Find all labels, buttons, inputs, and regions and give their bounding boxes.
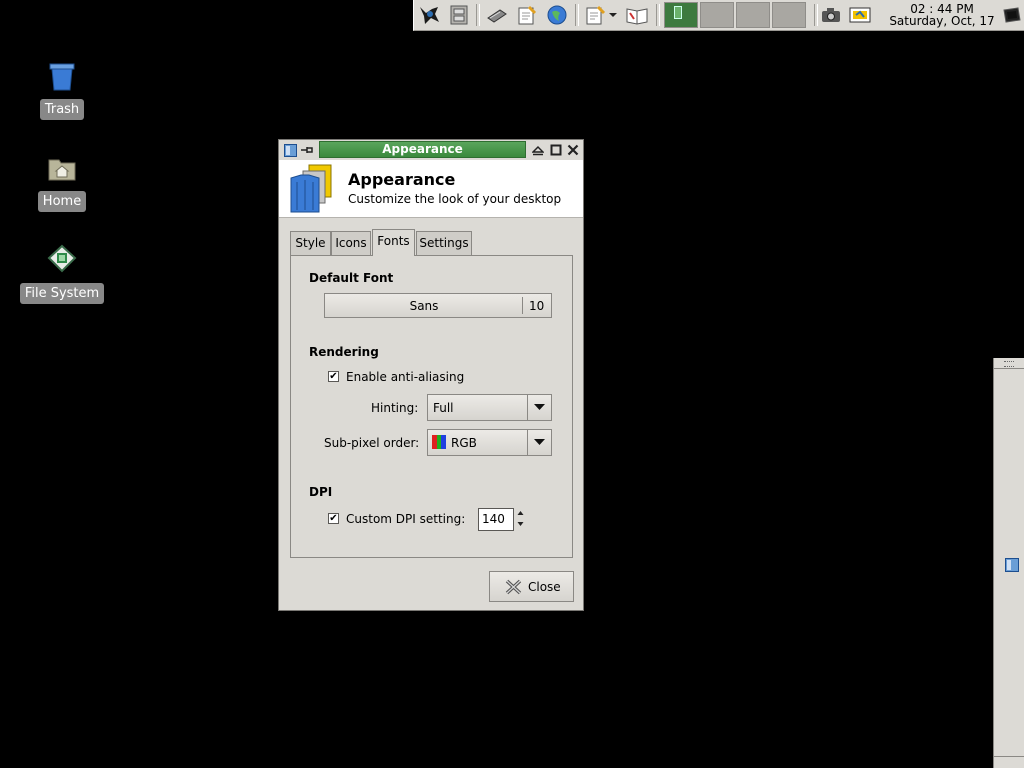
close-icon[interactable] (565, 142, 581, 158)
close-icon (505, 579, 522, 595)
workspace-1[interactable] (664, 2, 698, 28)
tab-icons[interactable]: Icons (331, 231, 371, 255)
chevron-down-icon[interactable] (606, 3, 620, 27)
drag-handle[interactable] (1004, 361, 1014, 367)
subpixel-label: Sub-pixel order: (324, 436, 420, 450)
top-panel: 02 : 44 PM Saturday, Oct, 17 (413, 0, 1024, 31)
terminal-icon[interactable] (484, 3, 510, 27)
desktop-icon-label: Home (37, 191, 87, 212)
spin-arrows-icon[interactable] (517, 509, 524, 529)
title-bar[interactable]: Appearance (279, 140, 583, 160)
workspace-2[interactable] (700, 2, 734, 28)
text-editor-icon[interactable] (514, 3, 540, 27)
window-menu-icon[interactable] (282, 142, 298, 158)
font-size: 10 (529, 299, 545, 313)
file-cabinet-icon[interactable] (446, 3, 472, 27)
default-font-heading: Default Font (309, 271, 394, 285)
close-label: Close (528, 580, 561, 594)
antialias-checkbox[interactable]: ✔ (328, 371, 339, 382)
maximize-icon[interactable] (548, 142, 564, 158)
window-title: Appearance (319, 141, 526, 158)
hinting-label: Hinting: (371, 401, 419, 415)
right-side-panel (993, 358, 1024, 768)
hinting-value: Full (433, 401, 454, 415)
dpi-heading: DPI (309, 485, 333, 499)
chevron-down-icon (527, 430, 551, 455)
font-name: Sans (409, 299, 439, 313)
tab-fonts[interactable]: Fonts (372, 229, 415, 256)
tab-style[interactable]: Style (290, 231, 331, 255)
show-desktop-icon[interactable] (998, 3, 1024, 27)
trash-icon (49, 63, 75, 91)
clock[interactable]: 02 : 44 PM Saturday, Oct, 17 (886, 3, 998, 27)
desktop-icon-filesystem[interactable]: File System (12, 244, 112, 304)
appearance-icon (290, 164, 332, 213)
dictionary-icon[interactable] (624, 3, 650, 27)
default-font-button[interactable]: Sans 10 (324, 293, 552, 318)
screenshot-icon[interactable] (847, 3, 873, 27)
fonts-tab-panel: Default Font Sans 10 Rendering ✔ Enable … (290, 255, 573, 558)
dialog-header: Appearance Customize the look of your de… (279, 160, 583, 218)
workspace-3[interactable] (736, 2, 770, 28)
camera-icon[interactable] (818, 3, 844, 27)
hinting-select[interactable]: Full (427, 394, 552, 421)
workspace-4[interactable] (772, 2, 806, 28)
desktop-icon-trash[interactable]: Trash (12, 60, 112, 120)
home-folder-icon (48, 159, 76, 181)
close-button[interactable]: Close (489, 571, 574, 602)
clock-date: Saturday, Oct, 17 (889, 14, 995, 28)
custom-dpi-checkbox[interactable]: ✔ (328, 513, 339, 524)
window-list-icon[interactable] (1005, 558, 1019, 572)
menu-launcher-icon[interactable] (416, 3, 442, 27)
header-subtitle: Customize the look of your desktop (348, 192, 562, 206)
web-browser-icon[interactable] (544, 3, 570, 27)
custom-dpi-label: Custom DPI setting: (346, 512, 466, 526)
shade-icon[interactable] (530, 142, 546, 158)
desktop-icon-label: File System (19, 283, 105, 304)
appearance-window: Appearance Appearance Customize the look… (278, 139, 584, 611)
pin-icon[interactable] (299, 142, 315, 158)
drive-icon (47, 244, 77, 273)
notes-icon[interactable] (582, 3, 608, 27)
subpixel-select[interactable]: RGB (427, 429, 552, 456)
rgb-swatch-icon (432, 435, 446, 449)
antialias-label: Enable anti-aliasing (346, 370, 465, 384)
subpixel-value: RGB (451, 436, 477, 450)
dpi-value: 140 (482, 512, 505, 526)
chevron-down-icon (527, 395, 551, 420)
tab-settings[interactable]: Settings (416, 231, 472, 255)
dpi-spinbutton[interactable]: 140 (478, 508, 514, 531)
desktop-icon-label: Trash (39, 99, 85, 120)
rendering-heading: Rendering (309, 345, 379, 359)
desktop-icon-home[interactable]: Home (12, 152, 112, 212)
header-title: Appearance (348, 170, 456, 189)
